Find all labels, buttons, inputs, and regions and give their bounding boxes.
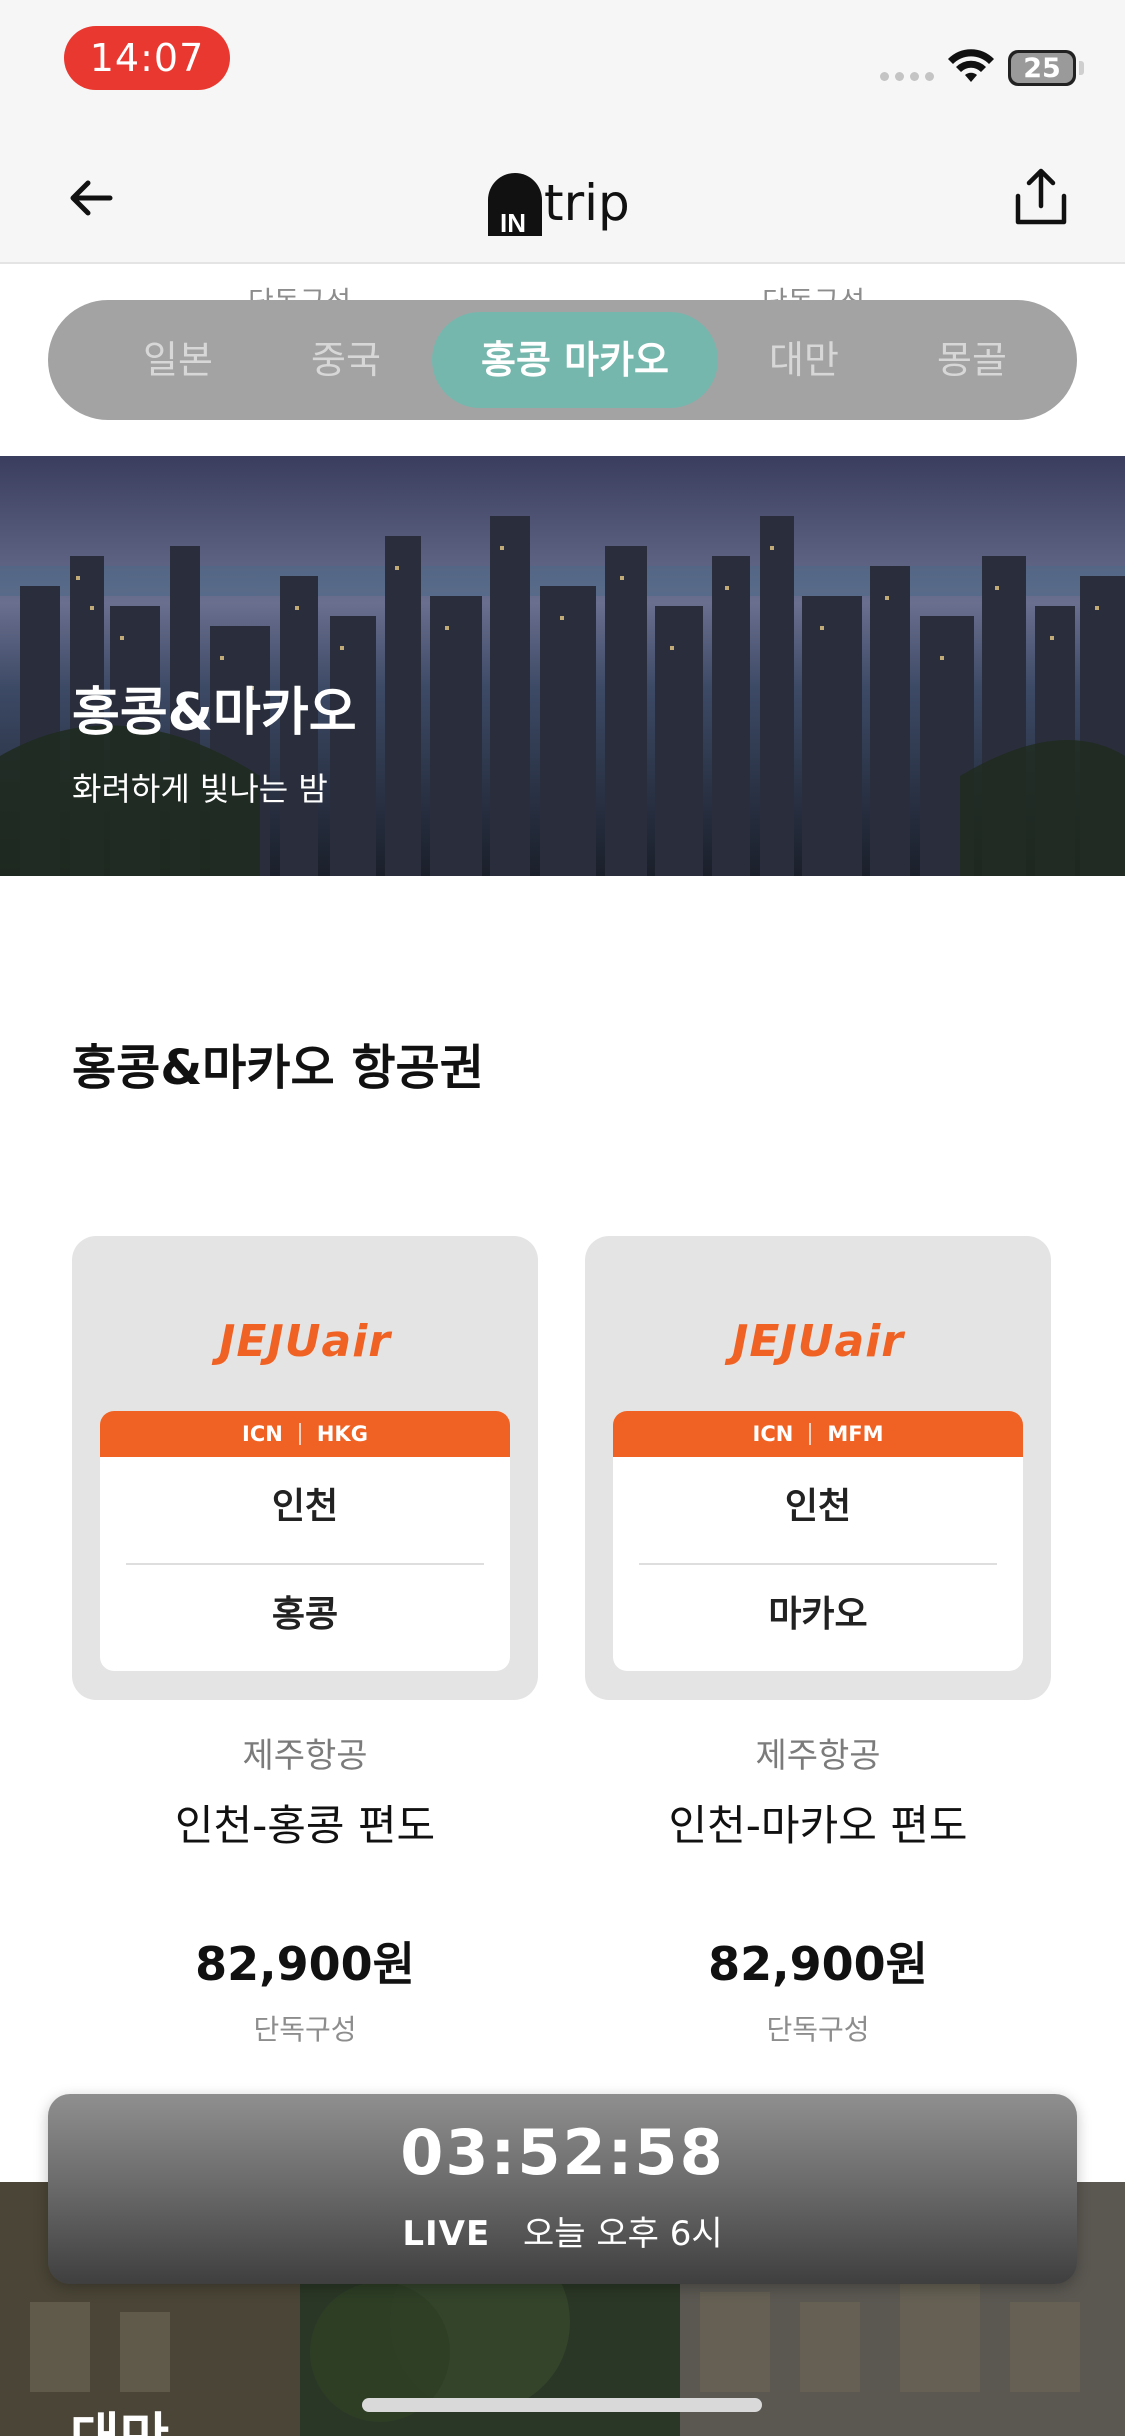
ticket-header: ICN MFM [613,1411,1023,1457]
ticket: ICN MFM 인천 마카오 [613,1411,1023,1671]
tab-china[interactable]: 중국 [298,312,394,408]
route-label: 인천-마카오 편도 [668,1801,968,1850]
tab-taiwan[interactable]: 대만 [756,312,852,408]
from-code: ICN [752,1422,794,1446]
back-arrow-icon[interactable] [62,168,122,228]
app-logo[interactable]: IN trip [486,160,630,238]
next-section-title: 대만 [70,2394,169,2436]
wifi-icon [948,49,994,82]
logo-text: trip [544,174,630,232]
peek-text: 단독구성 [762,285,866,302]
flight-card[interactable]: JEJUair ICN MFM 인천 마카오 제주항공 인천-마카오 편도 82… [585,1236,1051,2046]
battery-icon: 25 [1008,50,1076,86]
home-indicator [362,2398,762,2412]
section-title: 홍콩&마카오 항공권 [72,1040,484,1096]
airline-name: 제주항공 [755,1736,881,1776]
logo-mark-icon: IN [486,172,544,238]
hero-title: 홍콩&마카오 [72,683,357,743]
from-city: 인천 [271,1486,339,1527]
route-label: 인천-홍콩 편도 [174,1801,436,1850]
to-code: HKG [316,1422,368,1446]
package-note: 단독구성 [253,2013,357,2046]
logo-mark-text: IN [500,208,526,236]
cellular-signal-icon [880,72,934,81]
countdown-timer: 03:52:58 [400,2116,725,2189]
hero-subtitle: 화려하게 빛나는 밤 [72,770,328,808]
ticket: ICN HKG 인천 홍콩 [100,1411,510,1671]
from-city: 인천 [784,1486,852,1527]
to-code: MFM [827,1422,884,1446]
airline-name: 제주항공 [242,1736,368,1776]
flight-card[interactable]: JEJUair ICN HKG 인천 홍콩 제주항공 인천-홍콩 편도 82,9… [72,1236,538,2046]
tab-hongkong-macau[interactable]: 홍콩 마카오 [432,312,718,408]
to-city: 홍콩 [271,1594,339,1635]
hero-banner[interactable]: 홍콩&마카오 화려하게 빛나는 밤 [0,456,1125,876]
city-skyline-image [0,456,1125,876]
app-header: IN trip [0,130,1125,264]
status-time: 14:07 [64,26,230,90]
live-info: LIVE 오늘 오후 6시 [48,2206,1077,2255]
to-city: 마카오 [768,1594,868,1635]
flight-card-image: JEJUair ICN HKG 인천 홍콩 [72,1236,538,1700]
battery-level: 25 [1023,52,1061,84]
ticket-header: ICN HKG [100,1411,510,1457]
status-bar: 14:07 25 [0,0,1125,130]
airline-logo: JEJUair [732,1316,904,1367]
peek-text: 단독구성 [248,285,352,302]
airline-logo: JEJUair [219,1316,391,1367]
price: 82,900원 [195,1937,415,1991]
live-label: LIVE [402,2214,491,2254]
from-code: ICN [242,1422,283,1446]
tab-japan[interactable]: 일본 [130,312,226,408]
flight-card-image: JEJUair ICN MFM 인천 마카오 [585,1236,1051,1700]
share-icon[interactable] [1012,166,1070,228]
live-countdown-banner[interactable]: 03:52:58 LIVE 오늘 오후 6시 [48,2094,1077,2284]
tab-mongolia[interactable]: 몽골 [924,312,1020,408]
package-note: 단독구성 [766,2013,870,2046]
region-tab-bar: 일본 중국 홍콩 마카오 대만 몽골 [48,300,1077,420]
price: 82,900원 [708,1937,928,1991]
live-time: 오늘 오후 6시 [523,2214,723,2254]
